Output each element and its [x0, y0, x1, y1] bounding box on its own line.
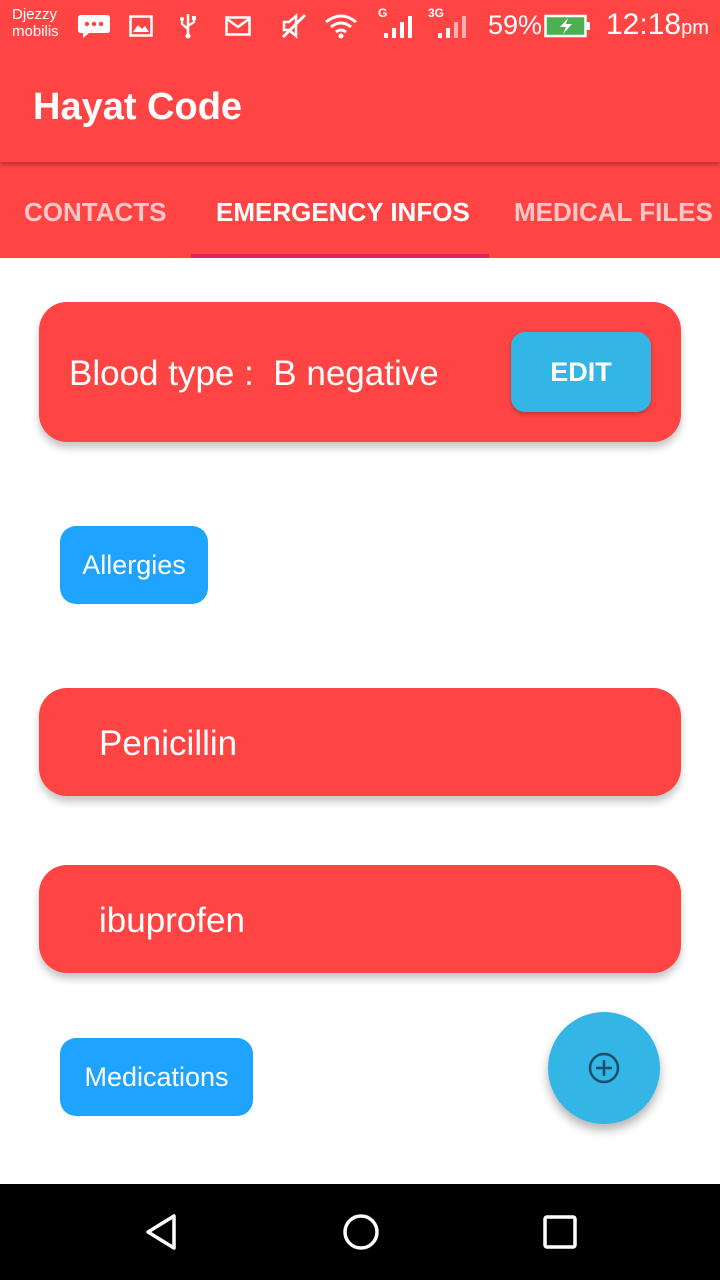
app-title: Hayat Code	[33, 86, 243, 128]
signal-2-label: 3G	[428, 6, 445, 20]
clock-time: 12:18	[606, 8, 682, 41]
allergies-chip[interactable]: Allergies	[60, 526, 208, 604]
usb-icon	[176, 12, 200, 40]
tab-medical-files[interactable]: MEDICAL FILES	[514, 162, 713, 258]
message-icon	[76, 12, 112, 40]
add-circle-icon	[588, 1052, 620, 1084]
navigation-bar	[0, 1184, 720, 1280]
carrier-name: Djezzy mobilis	[12, 6, 59, 40]
allergy-item[interactable]: Penicillin	[39, 688, 681, 796]
back-icon[interactable]	[130, 1202, 194, 1262]
image-icon	[128, 12, 154, 40]
allergy-item[interactable]: ibuprofen	[39, 865, 681, 973]
carrier-line-1: Djezzy	[12, 6, 58, 23]
signal-icon: G	[378, 6, 418, 40]
edit-button[interactable]: EDIT	[511, 332, 651, 412]
tab-contacts[interactable]: CONTACTS	[24, 162, 167, 258]
medications-chip[interactable]: Medications	[60, 1038, 253, 1116]
allergy-item-label: ibuprofen	[99, 901, 245, 940]
wifi-icon	[324, 12, 358, 40]
battery-percent: 59%	[488, 10, 543, 40]
blood-type-label: Blood type : B negative	[69, 354, 439, 393]
blood-type-card: Blood type : B negative EDIT	[39, 302, 681, 442]
clock-suffix: pm	[681, 17, 709, 39]
tab-indicator	[191, 254, 489, 258]
home-icon[interactable]	[329, 1202, 393, 1262]
tab-emergency-infos[interactable]: EMERGENCY INFOS	[216, 162, 470, 258]
signal-1-label: G	[378, 6, 388, 20]
battery-charging-icon	[544, 12, 592, 40]
clock: 12:18pm	[606, 8, 709, 42]
recents-icon[interactable]	[528, 1202, 592, 1262]
add-button[interactable]	[548, 1012, 660, 1124]
status-bar: Djezzy mobilis G 3G 59% 12:18pm	[0, 0, 720, 52]
signal-icon: 3G	[428, 6, 470, 40]
mute-icon	[280, 12, 308, 40]
tab-bar: CONTACTS EMERGENCY INFOS MEDICAL FILES	[0, 162, 720, 258]
allergy-item-label: Penicillin	[99, 724, 238, 763]
app-bar: Hayat Code	[0, 52, 720, 162]
carrier-line-2: mobilis	[12, 23, 59, 40]
mail-icon	[224, 12, 252, 40]
